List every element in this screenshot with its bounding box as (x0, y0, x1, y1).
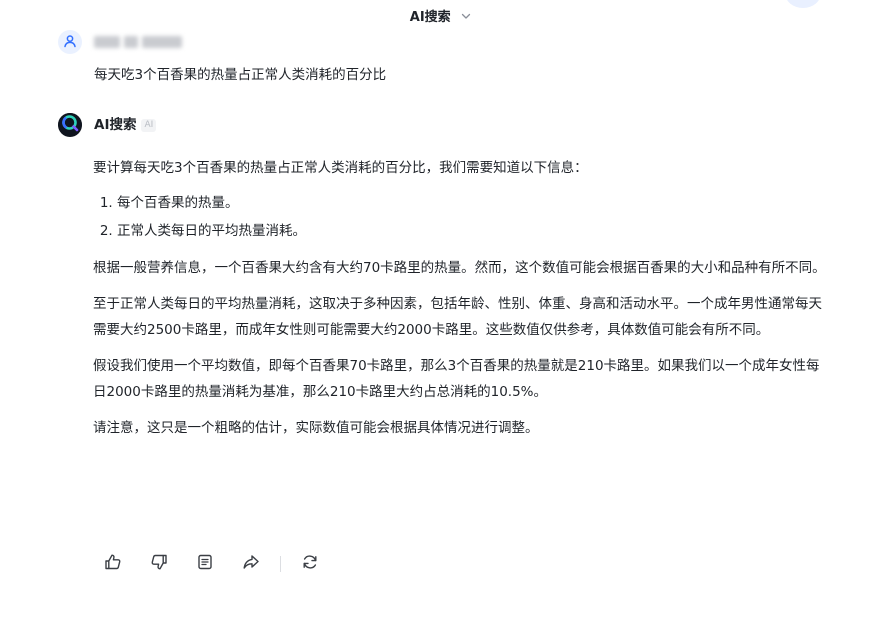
share-button[interactable] (240, 553, 262, 575)
thumbs-down-icon (150, 553, 168, 575)
list-item: 每个百香果的热量。 (117, 189, 833, 217)
ai-avatar (58, 113, 82, 137)
user-name-redacted (94, 33, 182, 51)
user-avatar (58, 30, 82, 54)
header: AI搜索 (0, 9, 881, 28)
redacted-name-part (124, 36, 138, 48)
user-icon (63, 33, 77, 52)
ai-search-logo (58, 113, 82, 137)
ai-answer: 要计算每天吃3个百香果的热量占正常人类消耗的百分比，我们需要知道以下信息： 每个… (93, 155, 833, 451)
dislike-button[interactable] (148, 553, 170, 575)
answer-paragraph: 请注意，这只是一个粗略的估计，实际数值可能会根据具体情况进行调整。 (93, 420, 539, 436)
answer-list: 每个百香果的热量。 正常人类每日的平均热量消耗。 (93, 189, 833, 245)
ai-badge: AI (141, 118, 157, 132)
copy-button[interactable] (194, 553, 216, 575)
chevron-down-icon[interactable] (461, 9, 471, 27)
corner-avatar-partial (785, 0, 821, 8)
list-item: 正常人类每日的平均热量消耗。 (117, 217, 833, 245)
redacted-name-part (94, 36, 120, 48)
refresh-icon (301, 553, 319, 575)
page-title[interactable]: AI搜索 (410, 9, 451, 27)
action-bar (102, 551, 345, 577)
answer-paragraph: 假设我们使用一个平均数值，即每个百香果70卡路里，那么3个百香果的热量就是210… (93, 358, 820, 400)
redacted-name-part (142, 36, 182, 48)
ai-name-label: AI搜索 (94, 117, 137, 133)
action-divider (280, 556, 281, 572)
thumbs-up-icon (104, 553, 122, 575)
regenerate-button[interactable] (299, 553, 321, 575)
user-question: 每天吃3个百香果的热量占正常人类消耗的百分比 (94, 67, 387, 83)
answer-paragraph: 根据一般营养信息，一个百香果大约含有大约70卡路里的热量。然而，这个数值可能会根… (93, 260, 826, 276)
ai-name: AI搜索 AI (94, 115, 157, 135)
share-icon (242, 553, 260, 575)
answer-paragraph: 至于正常人类每日的平均热量消耗，这取决于多种因素，包括年龄、性别、体重、身高和活… (93, 296, 822, 338)
like-button[interactable] (102, 553, 124, 575)
document-icon (196, 553, 214, 575)
answer-intro: 要计算每天吃3个百香果的热量占正常人类消耗的百分比，我们需要知道以下信息： (93, 160, 588, 176)
